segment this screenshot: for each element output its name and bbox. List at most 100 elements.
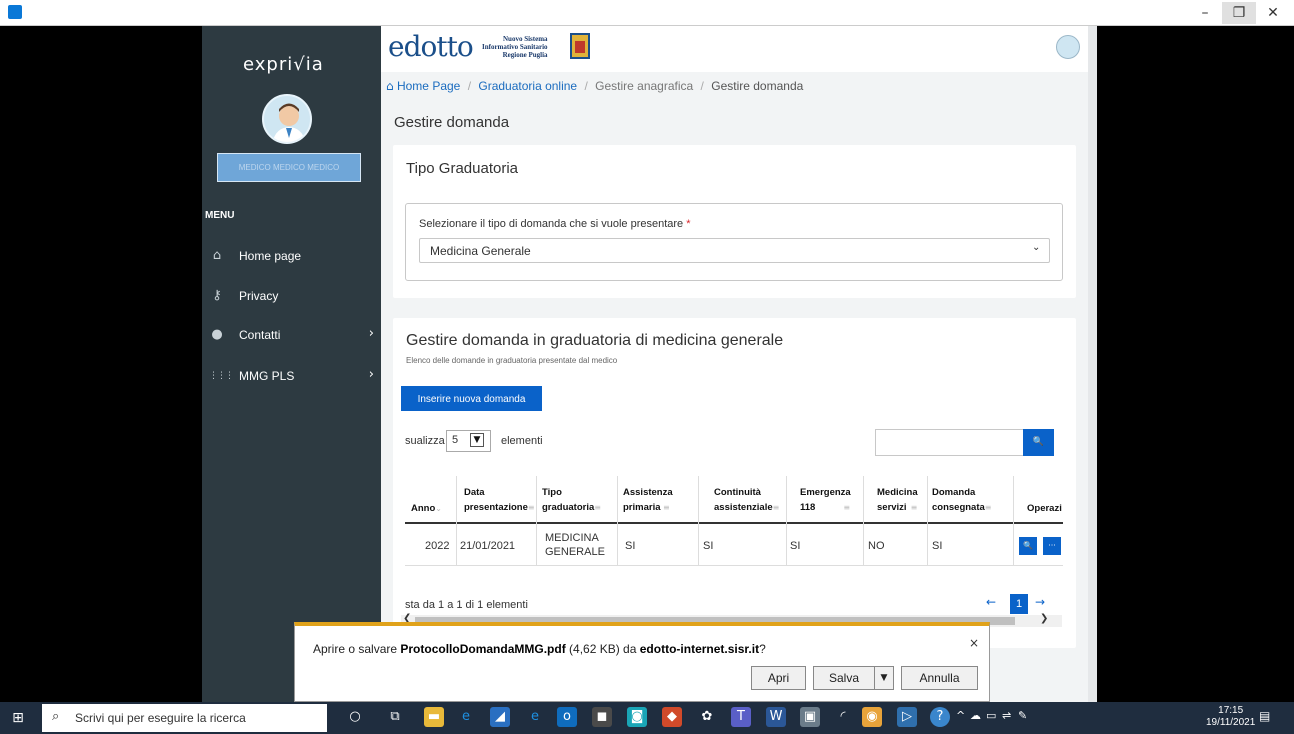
col-data[interactable]: Data presentazione≡: [464, 485, 535, 515]
clock-time: 17:15: [1218, 705, 1244, 716]
sort-icon: ≡: [772, 503, 780, 512]
col-assistenza[interactable]: Assistenza primaria ≡: [623, 485, 673, 515]
pen-icon[interactable]: ✎: [1018, 709, 1027, 722]
file-explorer-icon[interactable]: ▬: [424, 707, 444, 727]
word-icon[interactable]: W: [766, 707, 786, 727]
col-label: Emergenza: [800, 487, 851, 498]
minimize-button[interactable]: –: [1188, 2, 1222, 24]
chevron-right-icon: ›: [368, 367, 374, 382]
col-label: consegnata: [932, 502, 985, 513]
col-label: servizi: [877, 502, 907, 513]
cell-assistenza: SI: [625, 540, 636, 552]
cancel-button[interactable]: Annulla: [901, 666, 978, 690]
edotto-logo[interactable]: edotto: [388, 30, 474, 63]
sidebar-item-contatti[interactable]: ● Contatti ›: [206, 325, 376, 347]
card-subtitle: Elenco delle domande in graduatoria pres…: [406, 356, 618, 365]
chevron-down-icon: ⌄: [1032, 242, 1041, 253]
col-medicina[interactable]: Medicina servizi ≡: [877, 485, 918, 515]
col-anno[interactable]: Anno⌄: [411, 501, 442, 516]
col-label: Assistenza: [623, 487, 673, 498]
col-continuita[interactable]: Continuità assistenziale≡: [714, 485, 779, 515]
scroll-right-icon[interactable]: ❯: [1040, 613, 1048, 624]
help-icon[interactable]: ?: [930, 707, 950, 727]
search-button[interactable]: 🔍: [1023, 429, 1054, 456]
pagination-next-icon[interactable]: →: [1035, 595, 1045, 609]
save-options-dropdown[interactable]: ▼: [874, 666, 894, 690]
edge-icon[interactable]: e: [525, 707, 545, 727]
save-button[interactable]: Salva: [813, 666, 875, 690]
app-icon-4[interactable]: ▷: [897, 707, 917, 727]
close-window-button[interactable]: ✕: [1256, 2, 1290, 24]
app-icon-3[interactable]: ◜: [833, 707, 853, 727]
security-icon[interactable]: ◆: [662, 707, 682, 727]
breadcrumb-home[interactable]: Home Page: [397, 79, 460, 93]
chevron-down-icon: ▼: [470, 433, 484, 447]
download-message: Aprire o salvare ProtocolloDomandaMMG.pd…: [313, 642, 766, 656]
remote-desktop-icon[interactable]: ▣: [800, 707, 820, 727]
open-button[interactable]: Apri: [751, 666, 806, 690]
network-icon[interactable]: ⇌: [1002, 709, 1011, 722]
maximize-button[interactable]: ❐: [1222, 2, 1256, 24]
cell-anno: 2022: [425, 540, 450, 552]
table-row[interactable]: 2022 21/01/2021 MEDICINA GENERALE SI SI S…: [405, 525, 1063, 566]
outlook-icon[interactable]: o: [557, 707, 577, 727]
cell-data: 21/01/2021: [460, 540, 516, 552]
brand-sub-line: Informativo Sanitario: [482, 43, 548, 51]
search-icon: ⌕: [52, 709, 60, 724]
page-scrollbar[interactable]: [1088, 26, 1097, 702]
app-icon[interactable]: ◢: [490, 707, 510, 727]
page-title: Gestire domanda: [394, 114, 510, 131]
required-mark: *: [686, 218, 691, 230]
sidebar-item-privacy[interactable]: ⚷ Privacy: [206, 286, 376, 308]
sidebar-item-home[interactable]: ⌂ Home page: [206, 246, 376, 268]
card-title: Gestire domanda in graduatoria di medici…: [406, 332, 784, 349]
close-icon[interactable]: ×: [969, 636, 979, 650]
battery-icon[interactable]: ▭: [986, 709, 996, 722]
col-label: 118: [800, 502, 816, 513]
internet-explorer-icon[interactable]: e: [456, 707, 476, 727]
store-icon[interactable]: ◼: [592, 707, 612, 727]
tray-chevron-icon[interactable]: ^: [956, 709, 965, 722]
col-label: Operazi: [1027, 503, 1062, 514]
teams-icon[interactable]: T: [731, 707, 751, 727]
sidebar-item-label: MMG PLS: [239, 369, 295, 383]
download-bar: [294, 622, 990, 702]
crest-shield: [575, 41, 585, 53]
cell-tipo-line: MEDICINA: [545, 532, 599, 544]
view-domanda-button[interactable]: 🔍: [1019, 537, 1037, 555]
new-domanda-button[interactable]: Inserire nuova domanda: [401, 386, 542, 411]
col-consegnata[interactable]: Domanda consegnata≡: [932, 485, 992, 515]
taskbar-clock[interactable]: 17:15 19/11/2021: [1206, 705, 1255, 729]
breadcrumb-separator: /: [467, 79, 472, 93]
onedrive-icon[interactable]: ☁: [970, 709, 981, 722]
paint-icon[interactable]: ✿: [697, 707, 717, 727]
table-info: sta da 1 a 1 di 1 elementi: [405, 599, 528, 611]
dl-size: (4,62 KB) da: [565, 642, 640, 656]
windows-start-icon[interactable]: ⊞: [10, 710, 26, 726]
app-icon-2[interactable]: ◙: [627, 707, 647, 727]
breadcrumb-graduatoria[interactable]: Graduatoria online: [478, 79, 577, 93]
pagination-page-1[interactable]: 1: [1010, 594, 1028, 614]
col-tipo[interactable]: Tipo graduatoria≡: [542, 485, 601, 515]
brand-sub-line: Nuovo Sistema: [503, 35, 548, 43]
cell-emergenza: SI: [790, 540, 801, 552]
cortana-icon[interactable]: ○: [345, 707, 365, 727]
sort-icon: ≡: [594, 503, 601, 512]
table-search-input[interactable]: [875, 429, 1024, 456]
task-view-icon[interactable]: ⧉: [385, 707, 405, 727]
pagination-prev-icon[interactable]: ←: [986, 595, 996, 609]
more-actions-button[interactable]: ···: [1043, 537, 1061, 555]
notifications-icon[interactable]: ▤: [1259, 709, 1275, 725]
chrome-icon[interactable]: ◉: [862, 707, 882, 727]
col-label: Continuità: [714, 487, 761, 498]
sort-icon: ≡: [984, 503, 992, 512]
col-label: assistenziale: [714, 502, 773, 513]
col-emergenza[interactable]: Emergenza 118 ≡: [800, 485, 851, 515]
header-avatar-icon[interactable]: [1056, 35, 1080, 59]
taskbar-search-placeholder: Scrivi qui per eseguire la ricerca: [75, 711, 246, 725]
sidebar-item-mmg-pls[interactable]: ⋮⋮⋮ MMG PLS ›: [206, 366, 376, 388]
home-icon: ⌂: [212, 248, 222, 263]
sidebar-item-label: Contatti: [239, 328, 281, 342]
page-size-value: 5: [452, 434, 459, 446]
user-avatar: [262, 94, 312, 144]
